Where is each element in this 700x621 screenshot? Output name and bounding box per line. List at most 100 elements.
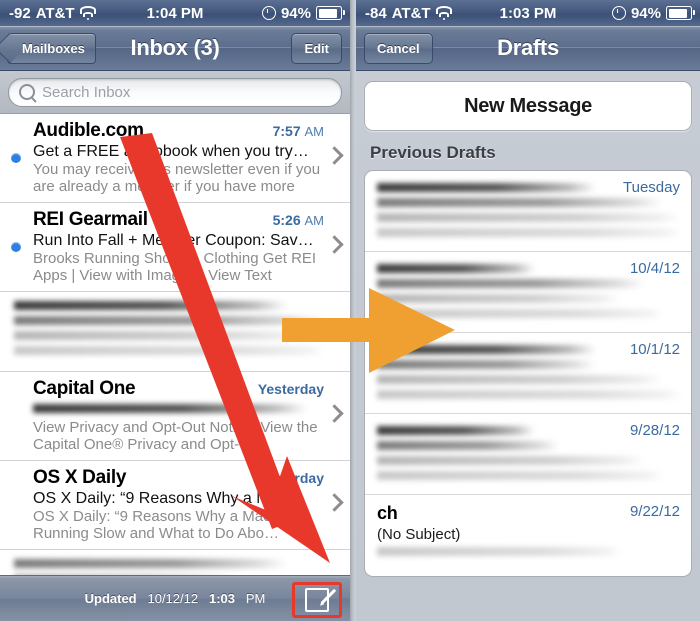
message-subject: Get a FREE audiobook when you try… (33, 143, 309, 160)
redacted-line (377, 360, 596, 369)
compose-icon (305, 588, 337, 612)
draft-date: 10/4/12 (629, 260, 680, 277)
new-message-label: New Message (464, 94, 592, 117)
redacted-line (377, 441, 560, 450)
redacted-line (377, 264, 536, 273)
updated-date: 10/12/12 (147, 591, 199, 606)
draft-date: Tuesday (623, 179, 680, 196)
chevron-right-icon (325, 493, 344, 512)
row-header: REI Gearmail 5:26 AM (33, 209, 324, 231)
table-row[interactable]: REI Gearmail 5:26 AM Run Into Fall + Mem… (0, 203, 350, 292)
redacted-line (377, 183, 596, 192)
message-preview: Brooks Running Shoes + Clothing Get REI … (33, 250, 317, 284)
draft-date: 10/1/12 (629, 341, 680, 358)
cancel-button[interactable]: Cancel (364, 32, 433, 64)
edit-button[interactable]: Edit (291, 32, 342, 64)
table-row[interactable]: OS X Daily Yesterday OS X Daily: “9 Reas… (0, 461, 350, 550)
screenshot-stage: -92 AT&T 1:04 PM 94% Mailboxes Inbox (3)… (0, 0, 700, 621)
unread-dot-icon (11, 242, 21, 252)
redacted-line (377, 471, 663, 480)
new-message-button[interactable]: New Message (364, 81, 692, 131)
table-row-redacted[interactable] (0, 292, 350, 372)
redacted-line (377, 294, 621, 303)
message-preview: View Privacy and Opt-Out Notice. View th… (33, 419, 318, 453)
unread-dot-icon (11, 153, 21, 163)
redacted-line (377, 198, 663, 207)
search-input[interactable]: Search Inbox (8, 77, 342, 107)
message-time: Yesterday (258, 381, 324, 397)
battery-icon (666, 6, 695, 20)
redacted-line (377, 547, 621, 556)
message-time-value: Yesterday (257, 470, 324, 486)
message-time-value: 5:26 (272, 212, 301, 228)
row-header: OS X Daily Yesterday (33, 467, 324, 489)
message-sender: Capital One (33, 378, 136, 399)
cancel-button-label: Cancel (377, 40, 420, 56)
search-placeholder: Search Inbox (42, 83, 131, 101)
message-subject: OS X Daily: “9 Reasons Why a M… (33, 490, 286, 507)
redacted-line (377, 309, 663, 318)
redacted-line (14, 301, 287, 310)
message-sender: Audible.com (33, 120, 144, 141)
compose-button-highlight (292, 582, 342, 618)
mailboxes-back-label: Mailboxes (22, 40, 85, 56)
compose-button[interactable] (302, 587, 337, 613)
battery-icon (316, 6, 345, 20)
draft-date: 9/22/12 (629, 503, 680, 520)
message-time-value: Yesterday (257, 381, 324, 397)
previous-drafts-heading: Previous Drafts (370, 143, 496, 162)
list-item[interactable]: 9/22/12 ch (No Subject) (365, 495, 691, 576)
redacted-line (377, 426, 536, 435)
draft-date: 9/28/12 (629, 422, 680, 439)
clock-icon (611, 6, 626, 20)
left-status-bar: -92 AT&T 1:04 PM 94% (0, 0, 350, 26)
message-time-ampm: AM (304, 124, 325, 139)
updated-label: Updated (84, 591, 137, 606)
mailboxes-back-button[interactable]: Mailboxes (7, 32, 96, 64)
left-nav-bar: Mailboxes Inbox (3) Edit (0, 26, 350, 71)
list-item[interactable]: 9/28/12 (365, 414, 691, 495)
message-time: 7:57 AM (273, 123, 324, 139)
status-bar-clock: 1:04 PM (146, 4, 204, 22)
status-bar-clock: 1:03 PM (499, 4, 557, 22)
list-item[interactable]: 10/4/12 (365, 252, 691, 333)
clock-icon (261, 6, 276, 20)
list-item[interactable]: Tuesday (365, 171, 691, 252)
message-preview: OS X Daily: “9 Reasons Why a Mac is Runn… (33, 508, 286, 542)
right-phone-screen: -84 AT&T 1:03 PM 94% Cancel Drafts New M… (356, 0, 700, 621)
message-time: Yesterday (258, 470, 324, 486)
message-sender: REI Gearmail (33, 209, 148, 230)
draft-subject: (No Subject) (377, 526, 461, 543)
table-row[interactable]: Capital One Yesterday View Privacy and O… (0, 372, 350, 461)
chevron-right-icon (325, 146, 344, 165)
redacted-line (377, 345, 596, 354)
updated-ampm: PM (245, 591, 266, 606)
right-status-bar: -84 AT&T 1:03 PM 94% (356, 0, 700, 26)
chevron-right-icon (325, 404, 344, 423)
list-item[interactable]: 10/1/12 (365, 333, 691, 414)
search-bar: Search Inbox (0, 71, 350, 114)
edit-button-label: Edit (304, 40, 329, 56)
redacted-line (33, 404, 307, 413)
redacted-line (377, 213, 681, 222)
table-row[interactable]: Audible.com 7:57 AM Get a FREE audiobook… (0, 114, 350, 203)
redacted-line (377, 456, 645, 465)
redacted-line (14, 559, 287, 568)
left-phone-screen: -92 AT&T 1:04 PM 94% Mailboxes Inbox (3)… (0, 0, 350, 621)
redacted-line (377, 375, 663, 384)
redacted-line (377, 279, 645, 288)
message-sender: OS X Daily (33, 467, 127, 488)
updated-time: 1:03 (208, 591, 235, 606)
chevron-right-icon (325, 235, 344, 254)
inbox-message-list: Audible.com 7:57 AM Get a FREE audiobook… (0, 114, 350, 590)
redacted-line (377, 390, 681, 399)
row-header: Audible.com 7:57 AM (33, 120, 324, 142)
message-subject: Run Into Fall + Member Coupon: Sav… (33, 232, 314, 249)
message-time-ampm: AM (304, 213, 325, 228)
redacted-line (14, 331, 306, 340)
message-preview: You may receive this newsletter even if … (33, 161, 321, 195)
redacted-line (14, 346, 324, 355)
message-time: 5:26 AM (273, 212, 324, 228)
drafts-body: New Message Previous Drafts Tuesday 10/4… (356, 71, 700, 621)
redacted-line (14, 316, 324, 325)
